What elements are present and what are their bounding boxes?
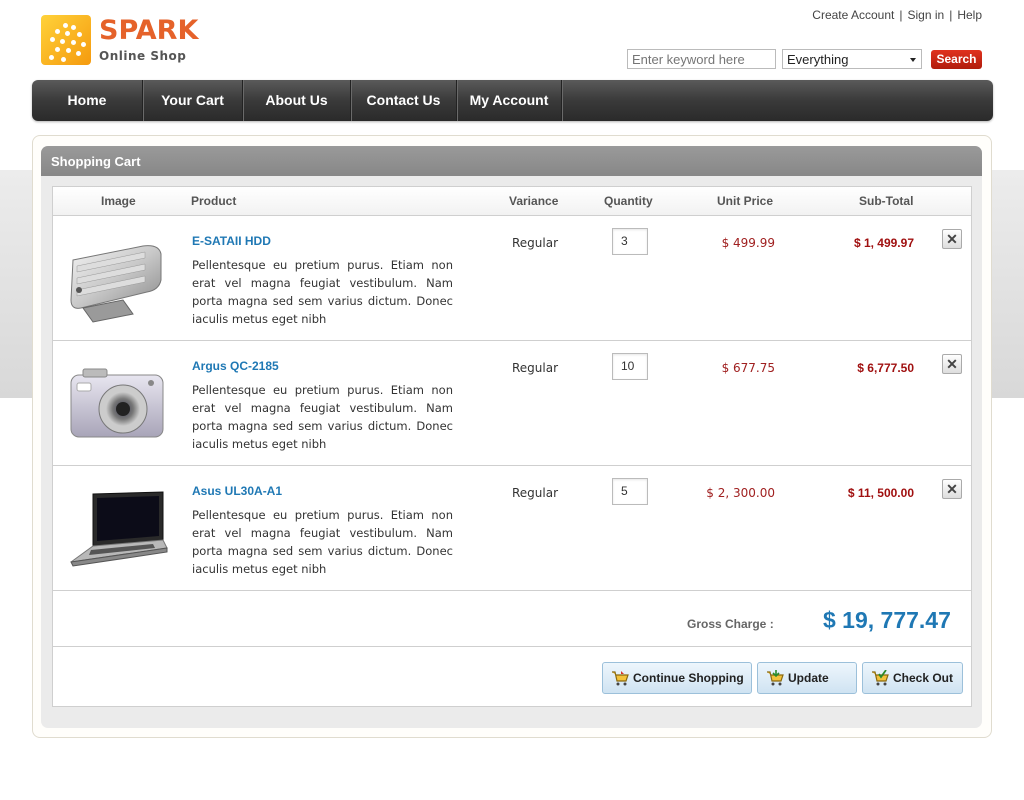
column-header-variance: Variance (509, 194, 559, 208)
logo[interactable]: SPARK Online Shop (41, 15, 198, 67)
hard-drive-image (63, 230, 173, 326)
product-description: Pellentesque eu pretium purus. Etiam non… (192, 508, 453, 576)
table-row: Argus QC-2185 Pellentesque eu pretium pu… (53, 341, 971, 466)
unit-price: $ 677.75 (721, 361, 775, 375)
cart-title: Shopping Cart (41, 146, 982, 176)
product-name-link[interactable]: Asus UL30A-A1 (192, 484, 282, 498)
variance-value: Regular (512, 236, 559, 250)
column-header-product: Product (191, 194, 237, 208)
product-description: Pellentesque eu pretium purus. Etiam non… (192, 383, 453, 451)
divider: | (899, 8, 903, 22)
variance-value: Regular (512, 361, 559, 375)
column-header-image: Image (101, 194, 136, 208)
column-header-subtotal: Sub-Total (859, 194, 914, 208)
continue-shopping-button[interactable]: Continue Shopping (602, 662, 752, 694)
main-nav: Home Your Cart About Us Contact Us My Ac… (32, 80, 993, 121)
camera-image (63, 355, 173, 451)
logo-mark-icon (41, 15, 91, 65)
column-header-unit-price: Unit Price (717, 194, 774, 208)
column-header-quantity: Quantity (604, 194, 653, 208)
logo-subtitle: Online Shop (99, 49, 187, 63)
divider: | (949, 8, 953, 22)
remove-item-button[interactable]: ✕ (942, 479, 962, 499)
remove-item-button[interactable]: ✕ (942, 229, 962, 249)
table-row: Asus UL30A-A1 Pellentesque eu pretium pu… (53, 466, 971, 591)
check-out-label: Check Out (893, 671, 954, 685)
check-out-button[interactable]: Check Out (862, 662, 963, 694)
table-row: E-SATAII HDD Pellentesque eu pretium pur… (53, 216, 971, 341)
cart-checkout-icon (872, 670, 889, 686)
product-description: Pellentesque eu pretium purus. Etiam non… (192, 258, 453, 326)
laptop-image (63, 480, 173, 576)
top-links: Create Account | Sign in | Help (812, 8, 982, 22)
nav-item-my-account[interactable]: My Account (457, 80, 563, 121)
search-scope-value: Everything (787, 52, 849, 67)
close-icon: ✕ (946, 356, 958, 372)
update-label: Update (788, 671, 829, 685)
product-name-link[interactable]: E-SATAII HDD (192, 234, 271, 248)
logo-title: SPARK (99, 15, 199, 46)
remove-item-button[interactable]: ✕ (942, 354, 962, 374)
quantity-input[interactable]: 3 (612, 228, 648, 255)
sign-in-link[interactable]: Sign in (907, 8, 944, 22)
continue-shopping-label: Continue Shopping (633, 671, 744, 685)
nav-item-about-us[interactable]: About Us (243, 80, 352, 121)
cart-update-icon (767, 670, 784, 686)
gross-charge-row: Gross Charge : $ 19, 777.47 (53, 591, 971, 647)
gross-charge-value: $ 19, 777.47 (823, 607, 951, 633)
table-header: Image Product Variance Quantity Unit Pri… (53, 187, 971, 216)
cart-icon (612, 671, 629, 686)
product-name-link[interactable]: Argus QC-2185 (192, 359, 279, 373)
subtotal: $ 11, 500.00 (847, 486, 914, 500)
close-icon: ✕ (946, 481, 958, 497)
cart-table: Image Product Variance Quantity Unit Pri… (52, 186, 972, 707)
nav-item-home[interactable]: Home (32, 80, 144, 121)
subtotal: $ 6,777.50 (857, 361, 914, 375)
search-input[interactable] (627, 49, 776, 69)
nav-item-your-cart[interactable]: Your Cart (143, 80, 244, 121)
help-link[interactable]: Help (957, 8, 982, 22)
gross-charge-label: Gross Charge : (687, 617, 774, 631)
nav-item-contact-us[interactable]: Contact Us (351, 80, 458, 121)
variance-value: Regular (512, 486, 559, 500)
search-scope-select[interactable]: Everything (782, 49, 922, 69)
quantity-input[interactable]: 10 (612, 353, 648, 380)
unit-price: $ 499.99 (721, 236, 775, 250)
search-button[interactable]: Search (931, 50, 982, 69)
create-account-link[interactable]: Create Account (812, 8, 894, 22)
chevron-down-icon (910, 58, 916, 62)
update-button[interactable]: Update (757, 662, 857, 694)
subtotal: $ 1, 499.97 (853, 236, 914, 250)
close-icon: ✕ (946, 231, 958, 247)
unit-price: $ 2, 300.00 (706, 486, 775, 500)
quantity-input[interactable]: 5 (612, 478, 648, 505)
